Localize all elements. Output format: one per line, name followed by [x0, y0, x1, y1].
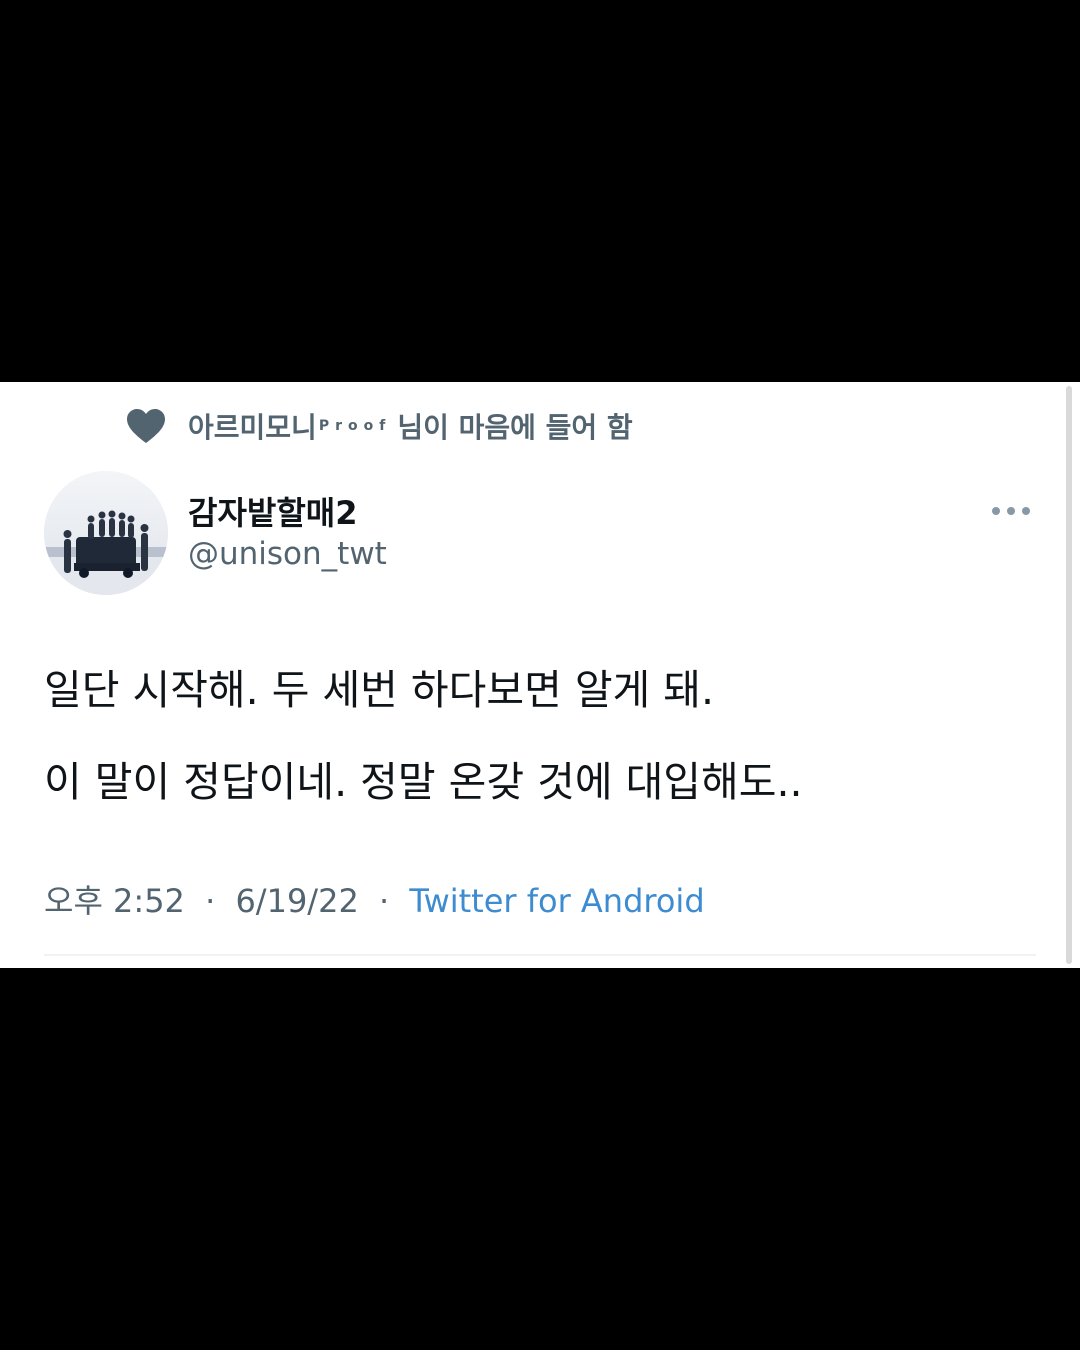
- divider: [44, 954, 1036, 956]
- tweet-line-2: 이 말이 정답이네. 정말 온갖 것에 대입해도..: [44, 758, 803, 806]
- avatar[interactable]: [44, 471, 168, 595]
- screenshot-frame: 아르미모니 Proof 님이 마음에 들어 함 감자밭할매2 @unison_t…: [0, 0, 1080, 1350]
- liked-suffix: 님이 마음에 들어 함: [397, 411, 633, 444]
- tweet-card: 아르미모니 Proof 님이 마음에 들어 함 감자밭할매2 @unison_t…: [0, 382, 1080, 968]
- tweet-meta: 오후 2:52 · 6/19/22 · Twitter for Android: [44, 876, 705, 922]
- tweet-text: 일단 시작해. 두 세번 하다보면 알게 돼. 이 말이 정답이네. 정말 온갖…: [44, 644, 1044, 828]
- tweet-time[interactable]: 오후 2:52: [44, 882, 185, 920]
- meta-separator-2: ·: [378, 882, 390, 920]
- social-context[interactable]: 아르미모니 Proof 님이 마음에 들어 함: [126, 404, 633, 448]
- heart-icon: [126, 406, 166, 446]
- more-dots-icon: [991, 501, 1031, 520]
- liked-user-name[interactable]: 아르미모니: [188, 406, 317, 446]
- author-display-name[interactable]: 감자밭할매2: [188, 488, 357, 534]
- more-options-button[interactable]: [984, 496, 1038, 524]
- author-handle[interactable]: @unison_twt: [188, 536, 387, 572]
- tweet-line-1: 일단 시작해. 두 세번 하다보면 알게 돼.: [44, 666, 715, 714]
- tweet-date[interactable]: 6/19/22: [235, 882, 358, 920]
- liked-user-superscript: Proof: [318, 418, 392, 434]
- tweet-source-link[interactable]: Twitter for Android: [409, 882, 704, 920]
- scrollbar[interactable]: [1066, 386, 1072, 964]
- meta-separator: ·: [205, 882, 216, 920]
